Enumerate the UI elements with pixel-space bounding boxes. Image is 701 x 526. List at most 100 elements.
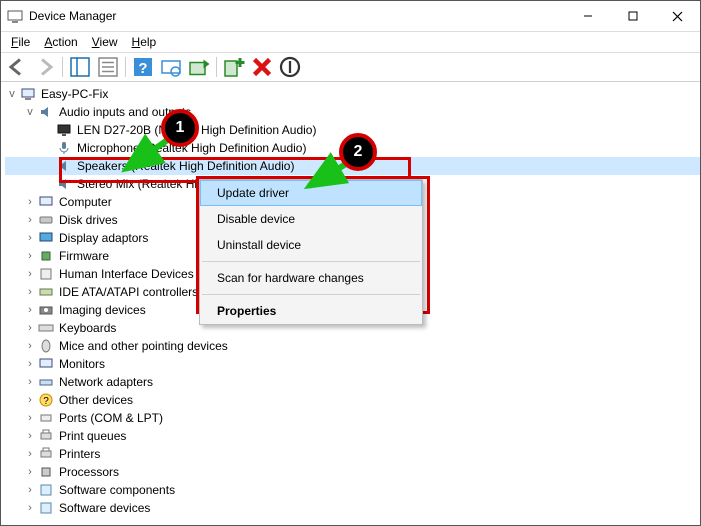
tree-category[interactable]: › Network adapters <box>5 373 700 391</box>
tree-category-label: Processors <box>57 465 121 479</box>
tree-category-label: Display adaptors <box>57 231 150 245</box>
expand-toggle[interactable]: › <box>23 394 37 406</box>
speaker-icon <box>56 158 72 174</box>
annotation-badge-1: 1 <box>161 109 199 147</box>
expand-toggle[interactable]: › <box>23 448 37 460</box>
expand-toggle[interactable]: › <box>23 484 37 496</box>
toolbar-separator <box>125 57 126 77</box>
properties-toolbar-button[interactable] <box>95 54 121 80</box>
expand-toggle[interactable]: › <box>23 340 37 352</box>
context-item-label: Update driver <box>217 186 289 200</box>
tree-category[interactable]: › Printers <box>5 445 700 463</box>
tree-category[interactable]: ›Print queues <box>5 427 700 445</box>
tree-category[interactable]: ›? Other devices <box>5 391 700 409</box>
context-separator <box>202 294 420 295</box>
ide-icon <box>38 284 54 300</box>
back-button[interactable] <box>4 54 30 80</box>
disk-icon <box>38 212 54 228</box>
forward-button[interactable] <box>32 54 58 80</box>
help-toolbar-button[interactable]: ? <box>130 54 156 80</box>
port-icon <box>38 410 54 426</box>
svg-text:?: ? <box>138 60 147 77</box>
menu-file[interactable]: File <box>5 34 36 50</box>
expand-toggle[interactable]: › <box>23 358 37 370</box>
tree-device-label: Microphone (Realtek High Definition Audi… <box>75 141 308 155</box>
expand-toggle[interactable]: › <box>23 430 37 442</box>
update-driver-toolbar-button[interactable] <box>186 54 212 80</box>
unknown-icon: ? <box>38 392 54 408</box>
context-item-label: Properties <box>217 304 276 318</box>
menu-view[interactable]: View <box>86 34 124 50</box>
tree-category[interactable]: › Software devices <box>5 499 700 517</box>
printer-icon <box>38 428 54 444</box>
context-disable-device[interactable]: Disable device <box>200 206 422 232</box>
tree-category-label: Disk drives <box>57 213 120 227</box>
uninstall-device-toolbar-button[interactable] <box>249 54 275 80</box>
device-manager-window: Device Manager File Action View Help Fil… <box>0 0 701 526</box>
context-separator <box>202 261 420 262</box>
disable-device-toolbar-button[interactable] <box>277 54 303 80</box>
tree-category-audio[interactable]: v Audio inputs and outputs <box>5 103 700 121</box>
expand-toggle[interactable]: › <box>23 250 37 262</box>
tree-category-label: Network adapters <box>57 375 155 389</box>
app-icon <box>7 8 23 24</box>
tree-category[interactable]: › Ports (COM & LPT) <box>5 409 700 427</box>
title-bar: Device Manager <box>1 1 700 32</box>
monitor-icon <box>56 122 72 138</box>
tree-category[interactable]: › Processors <box>5 463 700 481</box>
context-uninstall-device[interactable]: Uninstall device <box>200 232 422 258</box>
tree-root[interactable]: v Easy-PC-Fix <box>5 85 700 103</box>
printer-icon <box>38 446 54 462</box>
expand-toggle[interactable]: › <box>23 376 37 388</box>
tree-category-label: Firmware <box>57 249 111 263</box>
expand-toggle[interactable]: › <box>23 232 37 244</box>
expand-toggle[interactable]: › <box>23 214 37 226</box>
maximize-button[interactable] <box>610 1 655 31</box>
computer-icon <box>38 194 54 210</box>
window-buttons <box>565 1 700 31</box>
cpu-icon <box>38 464 54 480</box>
expand-toggle[interactable]: › <box>23 502 37 514</box>
scan-hardware-toolbar-button[interactable] <box>158 54 184 80</box>
tree-category-label: Software devices <box>57 501 152 515</box>
minimize-button[interactable] <box>565 1 610 31</box>
camera-icon <box>38 302 54 318</box>
tree-category[interactable]: › Mice and other pointing devices <box>5 337 700 355</box>
mouse-icon <box>38 338 54 354</box>
tree-category-label: Keyboards <box>57 321 118 335</box>
expand-toggle[interactable]: › <box>23 322 37 334</box>
close-button[interactable] <box>655 1 700 31</box>
svg-text:?: ? <box>43 396 49 407</box>
expand-toggle[interactable]: › <box>23 304 37 316</box>
window-title: Device Manager <box>29 9 565 23</box>
menu-action[interactable]: Action <box>38 34 83 50</box>
expand-toggle[interactable]: v <box>5 88 19 100</box>
expand-toggle[interactable]: › <box>23 268 37 280</box>
context-properties[interactable]: Properties <box>200 298 422 324</box>
toolbar-separator <box>216 57 217 77</box>
show-hide-console-tree-button[interactable] <box>67 54 93 80</box>
tree-category-label: Mice and other pointing devices <box>57 339 230 353</box>
tree-category-label: Other devices <box>57 393 135 407</box>
menu-bar: File Action View Help <box>1 32 700 53</box>
tree-category-label: Monitors <box>57 357 107 371</box>
tree-category-label: Printers <box>57 447 102 461</box>
expand-toggle[interactable]: › <box>23 466 37 478</box>
expand-toggle[interactable]: › <box>23 412 37 424</box>
expand-toggle[interactable]: › <box>23 196 37 208</box>
context-scan-hardware[interactable]: Scan for hardware changes <box>200 265 422 291</box>
expand-toggle[interactable]: v <box>23 106 37 118</box>
speaker-icon <box>56 176 72 192</box>
annotation-badge-2: 2 <box>339 133 377 171</box>
expand-toggle[interactable]: › <box>23 286 37 298</box>
component-icon <box>38 482 54 498</box>
computer-icon <box>20 86 36 102</box>
add-legacy-hardware-button[interactable] <box>221 54 247 80</box>
tree-category[interactable]: › Monitors <box>5 355 700 373</box>
hid-icon <box>38 266 54 282</box>
context-item-label: Scan for hardware changes <box>217 271 364 285</box>
tree-root-label: Easy-PC-Fix <box>39 87 110 101</box>
tree-category[interactable]: ›Software components <box>5 481 700 499</box>
tree-category-label: Ports (COM & LPT) <box>57 411 165 425</box>
menu-help[interactable]: Help <box>126 34 163 50</box>
